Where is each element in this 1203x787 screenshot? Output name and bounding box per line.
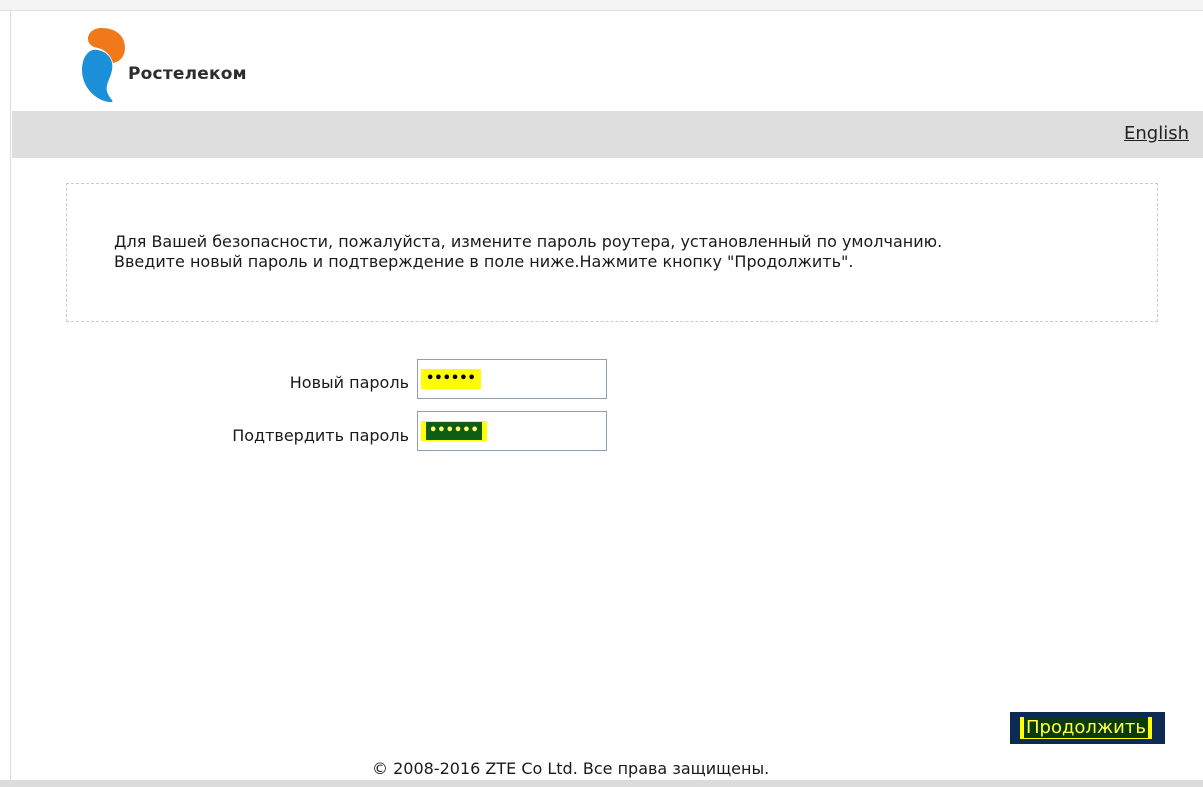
copyright-text: © 2008-2016 ZTE Co Ltd. Все права защище… — [372, 759, 770, 778]
continue-button[interactable]: Продолжить — [1010, 712, 1165, 744]
confirm-password-highlight: •••••• — [421, 421, 487, 441]
new-password-label: Новый пароль — [289, 373, 409, 392]
logo-text: Ростелеком — [128, 64, 247, 84]
confirm-password-input[interactable]: •••••• — [417, 411, 607, 451]
continue-button-highlight: Продолжить — [1020, 717, 1152, 739]
info-message-line-1: Для Вашей безопасности, пожалуйста, изме… — [114, 232, 943, 251]
rostelecom-logo-icon — [82, 28, 125, 103]
english-language-link[interactable]: English — [1124, 123, 1189, 144]
new-password-value: •••••• — [421, 369, 481, 389]
bottom-strip — [0, 780, 1203, 787]
left-border — [10, 10, 11, 780]
new-password-input[interactable]: •••••• — [417, 359, 607, 399]
confirm-password-value: •••••• — [426, 422, 482, 440]
info-message-line-2: Введите новый пароль и подтверждение в п… — [114, 252, 854, 271]
rostelecom-logo: Ростелеком — [78, 26, 298, 106]
language-bar: English — [12, 111, 1203, 158]
info-message-box: Для Вашей безопасности, пожалуйста, изме… — [66, 183, 1158, 322]
router-password-page: Ростелеком English Для Вашей безопасност… — [0, 0, 1203, 787]
continue-button-label: Продолжить — [1024, 717, 1148, 738]
top-edge — [0, 0, 1203, 11]
confirm-password-label: Подтвердить пароль — [232, 426, 409, 445]
